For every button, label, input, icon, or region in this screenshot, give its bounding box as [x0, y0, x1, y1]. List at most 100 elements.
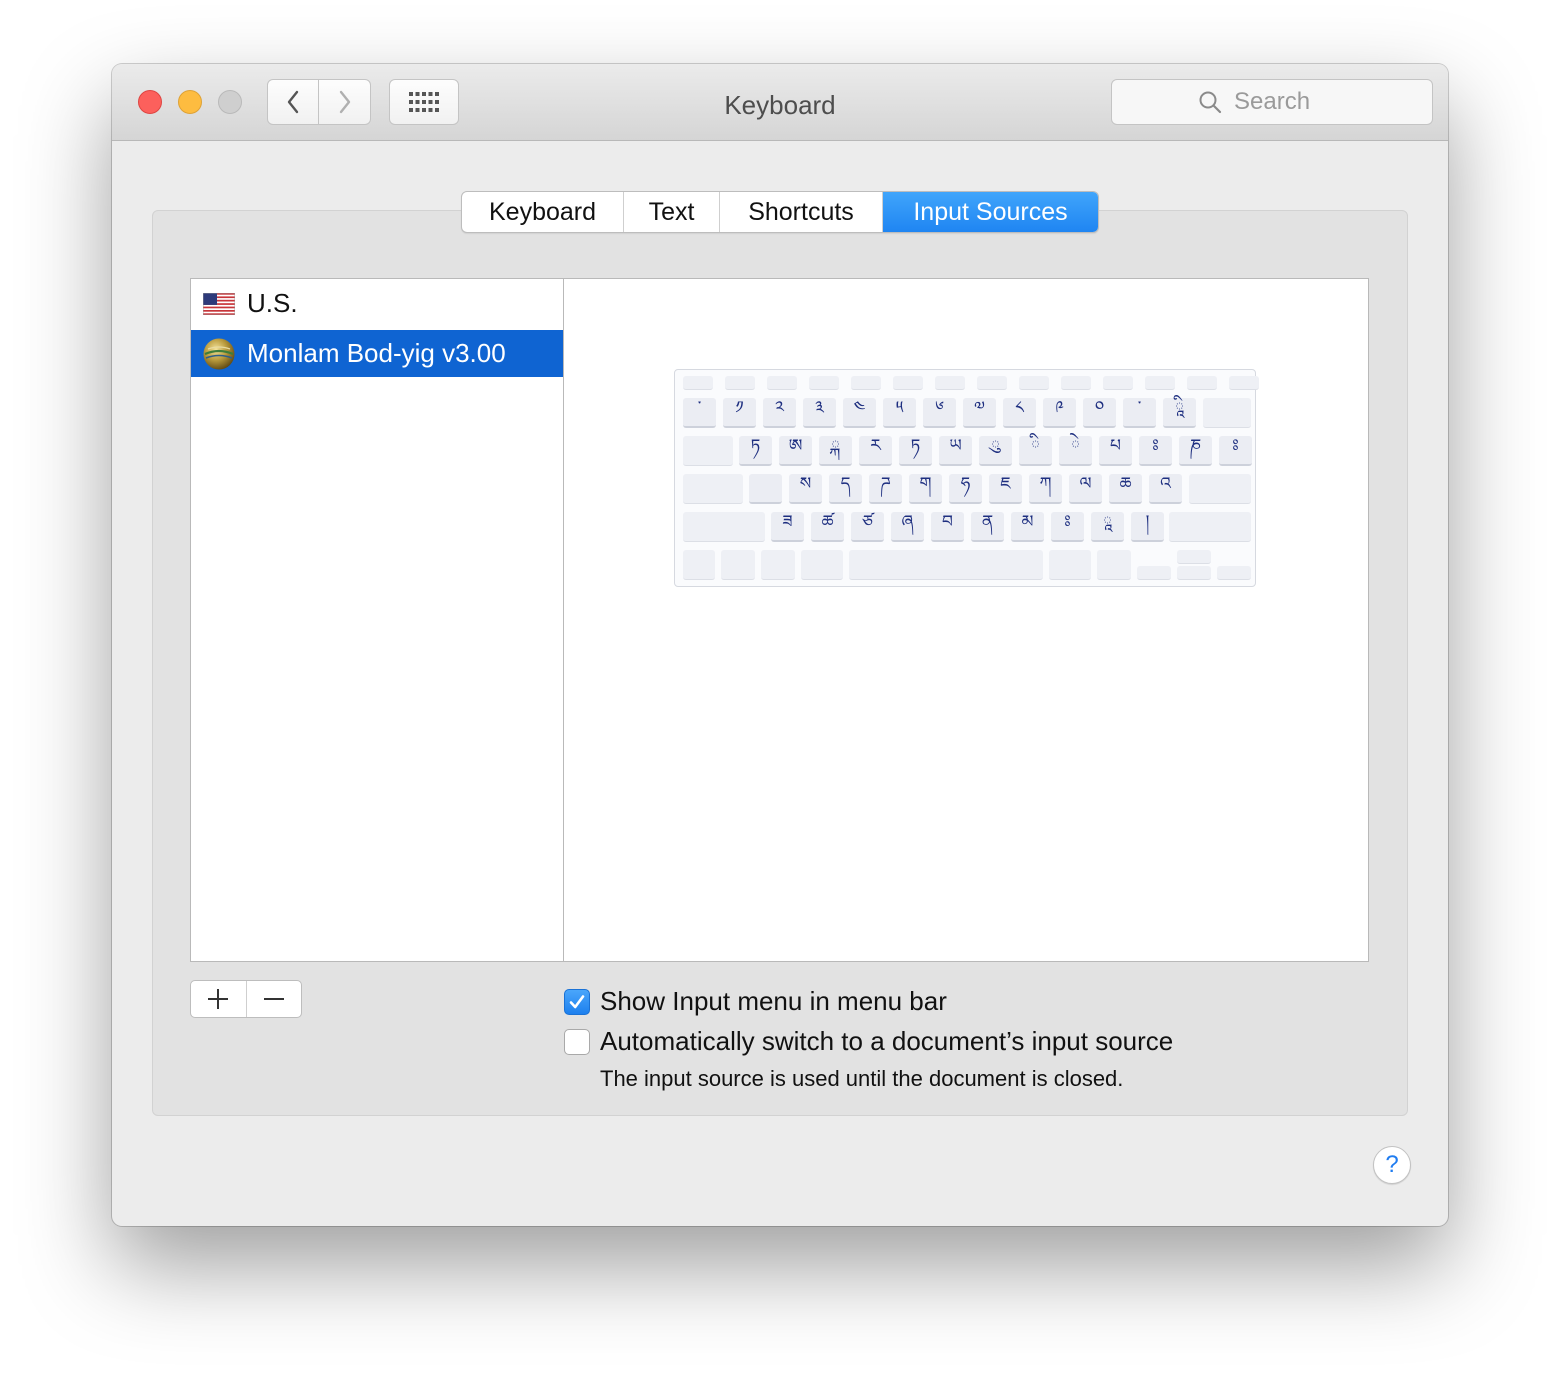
- minus-icon: [263, 998, 284, 1000]
- control-key: [721, 550, 755, 580]
- arrow-right-key: [1217, 566, 1251, 580]
- back-button[interactable]: [267, 79, 319, 125]
- auto-switch-hint: The input source is used until the docum…: [600, 1066, 1124, 1091]
- keyboard-key: ཎ: [1179, 436, 1212, 466]
- keyboard-key: ཙ: [851, 512, 884, 542]
- keyboard-key: ཱ: [1091, 512, 1124, 542]
- keyboard-key: ༢: [763, 398, 796, 428]
- add-remove-control: [190, 980, 302, 1018]
- input-sources-list: U.S. Monlam Bod-yig v3.00: [190, 278, 564, 962]
- checkmark-icon: [569, 994, 585, 1008]
- input-source-monlam[interactable]: Monlam Bod-yig v3.00: [191, 330, 563, 377]
- auto-switch-label: Automatically switch to a document’s inp…: [600, 1026, 1174, 1056]
- keyboard-key: ན: [971, 512, 1004, 542]
- forward-button[interactable]: [319, 79, 371, 125]
- show-input-menu-row[interactable]: Show Input menu in menu bar: [564, 986, 947, 1017]
- function-key: [1061, 376, 1091, 390]
- input-source-label: U.S.: [247, 288, 298, 318]
- title-bar: Keyboard: [112, 64, 1448, 141]
- close-button[interactable]: [138, 90, 162, 114]
- option-key: [1097, 550, 1131, 580]
- show-all-button[interactable]: [389, 79, 459, 125]
- return-key: [1189, 474, 1251, 504]
- chevron-left-icon: [287, 90, 299, 114]
- keyboard-key: ེ: [1059, 436, 1092, 466]
- keyboard-key: ༥: [883, 398, 916, 428]
- auto-switch-row[interactable]: Automatically switch to a document’s inp…: [564, 1026, 1173, 1057]
- keyboard-key: ཌ: [869, 474, 902, 504]
- keyboard-key: ཟ: [771, 512, 804, 542]
- keyboard-key: མ: [1011, 512, 1044, 542]
- caps-lock-key: [683, 474, 743, 504]
- keyboard-key: ཆ: [1109, 474, 1142, 504]
- keyboard-key: ཞ: [891, 512, 924, 542]
- zoom-button[interactable]: [218, 90, 242, 114]
- command-key: [801, 550, 843, 580]
- remove-input-source-button[interactable]: [247, 981, 302, 1017]
- keyboard-key: ི: [1019, 436, 1052, 466]
- keyboard-key: ར: [859, 436, 892, 466]
- keyboard-key: ཡ: [939, 436, 972, 466]
- keyboard-key: ཿ: [1219, 436, 1252, 466]
- navigation-buttons: [267, 79, 371, 125]
- grid-icon: [409, 92, 439, 112]
- keyboard-key: ་: [683, 398, 716, 428]
- keyboard-key: ༌: [1123, 398, 1156, 428]
- search-field[interactable]: [1111, 79, 1433, 125]
- tab-key: [683, 436, 733, 466]
- minimize-button[interactable]: [178, 90, 202, 114]
- keyboard-key: ཏ: [739, 436, 772, 466]
- tab-bar: Keyboard Text Shortcuts Input Sources: [461, 191, 1099, 233]
- keyboard-key: ཨ: [779, 436, 812, 466]
- keyboard-key: ༣: [803, 398, 836, 428]
- keyboard-key: [749, 474, 782, 504]
- keyboard-key: ཏ: [899, 436, 932, 466]
- show-input-menu-checkbox[interactable]: [564, 988, 590, 1015]
- tab-text[interactable]: Text: [624, 192, 720, 232]
- tab-input-sources[interactable]: Input Sources: [883, 192, 1098, 232]
- right-shift-key: [1169, 512, 1251, 542]
- search-input[interactable]: [1232, 87, 1346, 117]
- command-key: [1049, 550, 1091, 580]
- keyboard-key: ༤: [843, 398, 876, 428]
- plus-icon: [208, 989, 229, 1009]
- tab-keyboard[interactable]: Keyboard: [462, 192, 624, 232]
- keyboard-key: ཿ: [1051, 512, 1084, 542]
- keyboard-key: བ: [931, 512, 964, 542]
- arrow-down-key: [1177, 566, 1211, 580]
- keyboard-key: ༧: [963, 398, 996, 428]
- arrow-up-key: [1177, 550, 1211, 564]
- fn-key: [683, 550, 715, 580]
- keyboard-key: ༠: [1083, 398, 1116, 428]
- input-source-label: Monlam Bod-yig v3.00: [247, 338, 506, 368]
- keyboard-key: ད: [829, 474, 862, 504]
- delete-key: [1203, 398, 1251, 428]
- keyboard-key: ཀ: [1029, 474, 1062, 504]
- keyboard-key: ྐ: [819, 436, 852, 466]
- show-input-menu-label: Show Input menu in menu bar: [600, 986, 947, 1016]
- add-input-source-button[interactable]: [191, 981, 247, 1017]
- function-key: [1187, 376, 1217, 390]
- keyboard-key: ུ: [979, 436, 1012, 466]
- keyboard-key: ༨: [1003, 398, 1036, 428]
- auto-switch-checkbox[interactable]: [564, 1028, 590, 1055]
- keyboard-key: ཿ: [1139, 436, 1172, 466]
- space-bar: [849, 550, 1043, 580]
- tab-shortcuts[interactable]: Shortcuts: [720, 192, 883, 232]
- option-key: [761, 550, 795, 580]
- keyboard-key: ཧ: [949, 474, 982, 504]
- help-button[interactable]: ?: [1373, 1146, 1411, 1184]
- function-key: [1145, 376, 1175, 390]
- us-flag-icon: [203, 292, 235, 315]
- keyboard-key: ས: [789, 474, 822, 504]
- keyboard-key: ག: [909, 474, 942, 504]
- keyboard-key: པ: [1099, 436, 1132, 466]
- keyboard-key: ཚ: [811, 512, 844, 542]
- keyboard-preview-pane: ་ ༡ ༢ ༣ ༤ ༥ ༦ ༧ ༨ ༩ ༠ ༌ཱི ཏ ཨྐ ར ཏ ཡིེུ པཿ ཎཿ ས ད ཌ ག ཧ ཇ ཀ ལ ཆ འ ཟ ཚ ཙ…: [564, 278, 1369, 962]
- keyboard-key: ལ: [1069, 474, 1102, 504]
- keyboard-key: ༡: [723, 398, 756, 428]
- keyboard-key: ༦: [923, 398, 956, 428]
- input-source-us[interactable]: U.S.: [191, 280, 563, 327]
- chevron-right-icon: [339, 90, 350, 114]
- globe-icon: [203, 338, 235, 369]
